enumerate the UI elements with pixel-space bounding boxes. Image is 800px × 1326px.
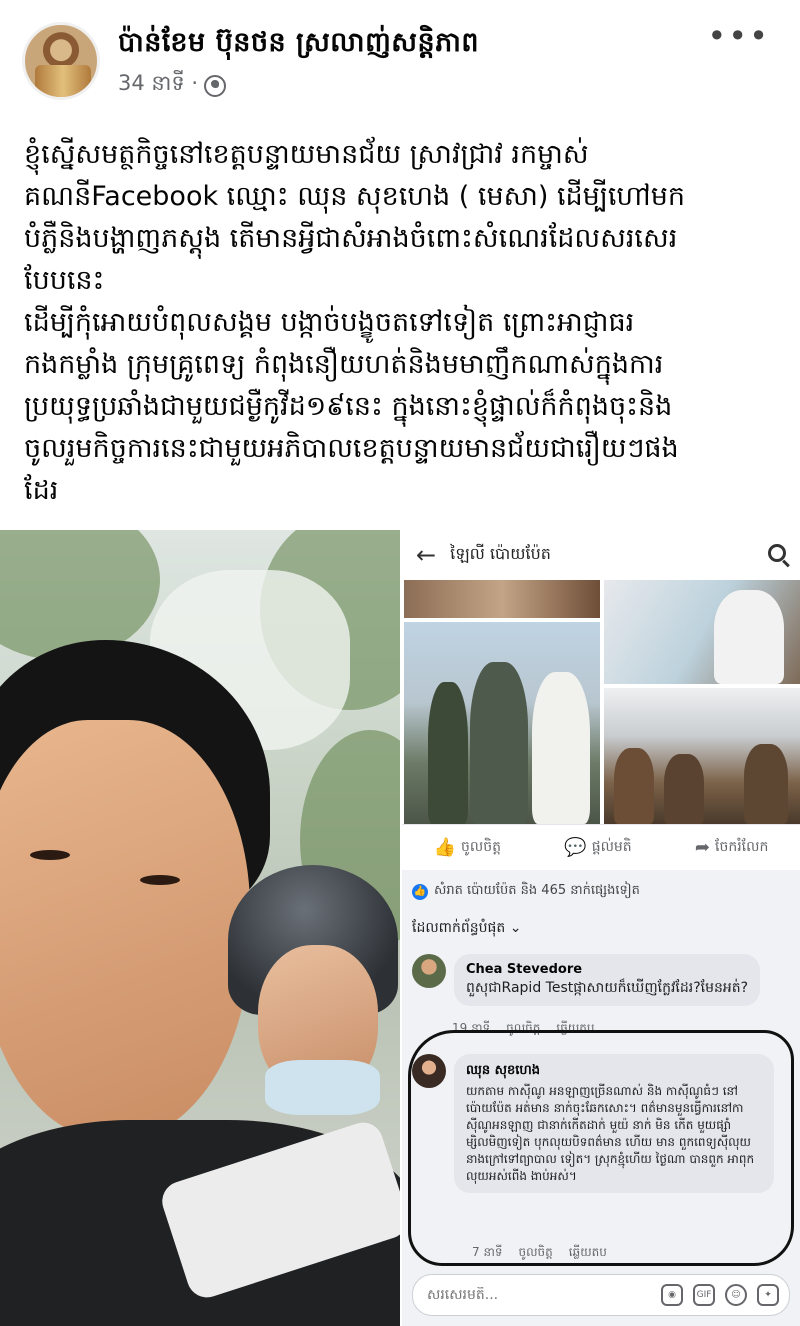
grid-photo[interactable] xyxy=(604,688,800,824)
reaction-bar: 👍 ចូលចិត្ត 💬 ផ្តល់មតិ ➦ ចែករំលែក xyxy=(402,824,800,870)
screenshot-topbar: ← ឡៃលី ប៉ោយប៉ែត xyxy=(402,530,800,580)
comment-reply-link[interactable]: ឆ្លើយតប xyxy=(569,1244,607,1262)
emoji-icon[interactable]: ☺ xyxy=(725,1284,747,1306)
comment-item: Chea Stevedore ពួសុជាRapid Testផ្កាសាយក៏… xyxy=(412,954,761,1006)
thumbs-up-icon: 👍 xyxy=(433,837,457,858)
comment-text: ពួសុជាRapid Testផ្កាសាយក៏ឃើញក្លែវដែរ?មែន… xyxy=(466,980,749,996)
post-text-line: ចូលរួមកិច្ចការនេះជាមួយអភិបាលខេត្តបន្ទាយម… xyxy=(24,433,679,464)
more-icon[interactable]: ••• xyxy=(707,20,770,52)
post-text-line: កងកម្លាំង ក្រុមគ្រូពេទ្យ កំពុងនឿយហត់និងម… xyxy=(24,349,664,380)
commenter-avatar[interactable] xyxy=(412,1054,446,1088)
person-figure xyxy=(664,754,704,824)
comment-sort-dropdown[interactable]: ដែលពាក់ព័ន្ធបំផុត ⌄ xyxy=(412,918,522,939)
like-reaction-icon: 👍 xyxy=(412,883,428,900)
comment-like-link[interactable]: ចូលចិត្ត xyxy=(519,1244,553,1262)
likes-summary-text: សំរាត ប៉ោយប៉ែត និង 465 នាក់ផ្សេងទៀត xyxy=(434,883,640,898)
comment-bubble: Chea Stevedore ពួសុជាRapid Testផ្កាសាយក៏… xyxy=(454,954,761,1006)
grid-photo[interactable] xyxy=(404,580,600,618)
person-figure xyxy=(428,682,468,824)
person-figure xyxy=(470,662,528,824)
share-button[interactable]: ➦ ចែករំលែក xyxy=(695,837,768,858)
page-name[interactable]: ប៉ាន់ខែម ប៊ុនថន ស្រលាញ់សន្តិភាព xyxy=(118,26,479,65)
commenter-name[interactable]: Chea Stevedore xyxy=(466,962,748,977)
screenshot-title[interactable]: ឡៃលី ប៉ោយប៉ែត xyxy=(450,543,551,567)
post-text-line: ដើម្បីកុំអោយបំពុលសង្គម បង្កាច់បង្ខូចតទៅទ… xyxy=(24,307,635,338)
like-button[interactable]: 👍 ចូលចិត្ត xyxy=(434,837,501,858)
post-meta: 34 នាទី · xyxy=(118,70,227,101)
back-arrow-icon[interactable]: ← xyxy=(416,541,436,569)
comment-label: ផ្តល់មតិ xyxy=(591,839,632,855)
comment-text: យកតាម កាស៊ីណូ អនឡាញច្រើនណាស់ និង កាស៊ីណូ… xyxy=(466,1084,755,1183)
person-figure xyxy=(744,744,788,824)
post-text-line: បែបនេះ xyxy=(24,265,105,296)
share-label: ចែករំលែក xyxy=(715,839,769,855)
post-text-line: ខ្ញុំស្នើសមត្ថកិច្ចនៅខេត្តបន្ទាយមានជ័យ ស… xyxy=(24,139,589,170)
man-face xyxy=(0,720,250,1140)
post-text-line: បំភ្លឺនិងបង្ហាញភស្តុង តើមានអ្វីជាសំអាងចំ… xyxy=(24,223,678,254)
camera-icon[interactable]: ◉ xyxy=(661,1284,683,1306)
grid-photo[interactable] xyxy=(404,622,600,824)
commenter-name[interactable]: ឈុន សុខហេង xyxy=(466,1062,762,1081)
comment-time: 7 នាទី xyxy=(472,1245,503,1259)
commenter-avatar[interactable] xyxy=(412,954,446,988)
comment-input[interactable] xyxy=(413,1287,661,1303)
person-figure xyxy=(532,672,590,824)
comment-button[interactable]: 💬 ផ្តល់មតិ xyxy=(564,837,631,858)
comment-icon: 💬 xyxy=(564,837,587,858)
person-figure xyxy=(614,748,654,824)
post-time[interactable]: 34 នាទី · xyxy=(118,70,198,101)
man-eye xyxy=(30,850,70,860)
gif-icon[interactable]: GIF xyxy=(693,1284,715,1306)
grid-photo[interactable] xyxy=(604,580,800,684)
selfie-photo[interactable] xyxy=(0,530,400,1326)
embedded-screenshot[interactable]: ← ឡៃលី ប៉ោយប៉ែត 👍 ចូលចិត្ត 💬 ផ្តល់មតិ ➦ ចែក… xyxy=(402,530,800,1326)
share-icon: ➦ xyxy=(694,837,711,858)
likes-summary[interactable]: 👍 សំរាត ប៉ោយប៉ែត និង 465 នាក់ផ្សេងទៀត xyxy=(412,882,640,901)
person-figure xyxy=(714,590,784,684)
comment-bubble: ឈុន សុខហេង យកតាម កាស៊ីណូ អនឡាញច្រើនណាស់ … xyxy=(454,1054,774,1193)
post-text-line: គណនីFacebook ឈ្មោះ ឈុន សុខហេង ( មេសា) ដើ… xyxy=(24,181,685,212)
comment-composer: ◉ GIF ☺ ✦ xyxy=(412,1274,790,1316)
post-text-line: ប្រយុទ្ធប្រឆាំងជាមួយជម្ងឺកូវីដ១៩នេះ ក្នុ… xyxy=(24,391,673,422)
like-label: ចូលចិត្ត xyxy=(461,839,502,855)
post-text: ខ្ញុំស្នើសមត្ថកិច្ចនៅខេត្តបន្ទាយមានជ័យ ស… xyxy=(24,134,784,512)
page-avatar[interactable] xyxy=(22,22,100,100)
comment-actions: 7 នាទី ចូលចិត្ត ឆ្លើយតប xyxy=(432,1244,607,1262)
globe-icon xyxy=(204,74,227,97)
tree-foliage xyxy=(0,530,160,660)
photo-grid xyxy=(402,580,800,824)
woman-mask xyxy=(265,1060,380,1115)
sticker-icon[interactable]: ✦ xyxy=(757,1284,779,1306)
man-eye xyxy=(140,875,180,885)
post-text-line: ដែរ xyxy=(24,475,59,506)
post-header: ប៉ាន់ខែម ប៊ុនថន ស្រលាញ់សន្តិភាព 34 នាទី … xyxy=(0,0,800,110)
comment-item: ឈុន សុខហេង យកតាម កាស៊ីណូ អនឡាញច្រើនណាស់ … xyxy=(412,1054,782,1193)
search-icon[interactable] xyxy=(768,544,786,562)
